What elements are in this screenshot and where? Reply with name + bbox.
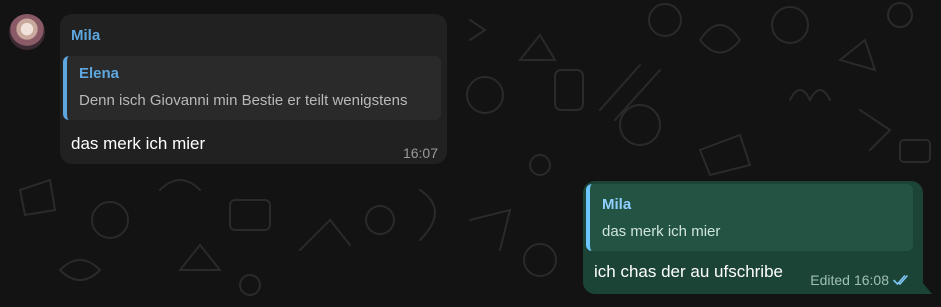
- reply-quote[interactable]: Elena Denn isch Giovanni min Bestie er t…: [63, 56, 441, 120]
- reply-author: Mila: [602, 196, 632, 213]
- message-time: 16:08: [853, 272, 889, 288]
- edited-label: Edited: [810, 272, 850, 288]
- message-meta: Edited 16:08: [810, 272, 911, 288]
- chat-area: Mila Elena Denn isch Giovanni min Bestie…: [0, 0, 941, 307]
- message-text: das merk ich mier: [71, 134, 206, 153]
- reply-text: das merk ich mier: [602, 223, 721, 240]
- double-check-icon: [893, 275, 908, 285]
- sender-name[interactable]: Mila: [71, 27, 100, 44]
- reply-quote[interactable]: Mila das merk ich mier: [586, 184, 913, 251]
- outgoing-message-bubble[interactable]: Mila das merk ich mier ich chas der au u…: [583, 181, 932, 294]
- reply-text: Denn isch Giovanni min Bestie er teilt w…: [79, 92, 408, 109]
- avatar[interactable]: [9, 14, 45, 50]
- message-time: 16:07: [402, 145, 438, 161]
- message-text: ich chas der au ufschribe: [594, 262, 783, 281]
- reply-author: Elena: [79, 65, 120, 82]
- incoming-message-bubble[interactable]: Mila Elena Denn isch Giovanni min Bestie…: [60, 14, 447, 164]
